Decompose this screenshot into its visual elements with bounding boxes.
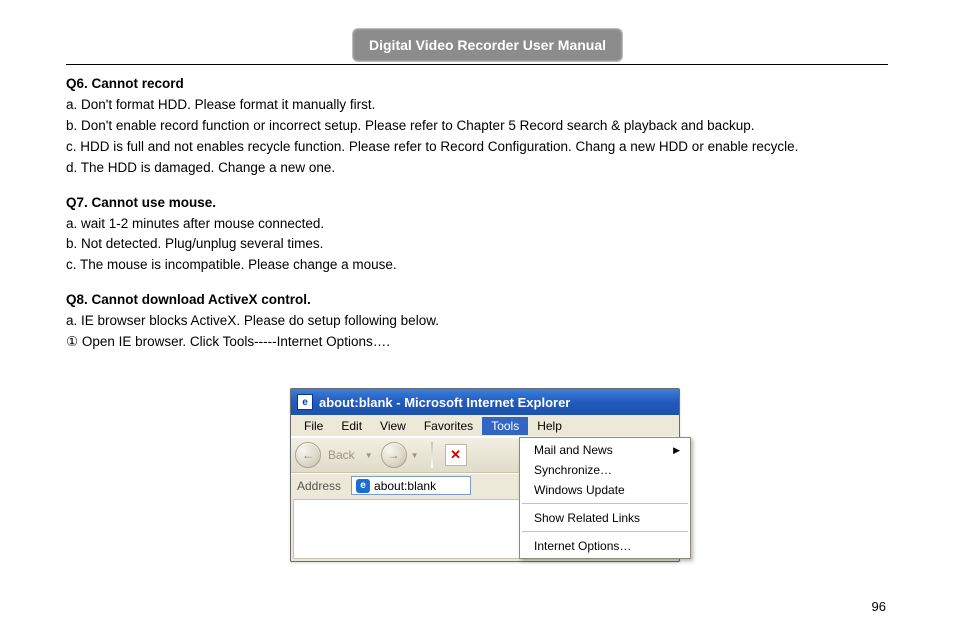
tools-dropdown: Mail and News ▶ Synchronize… Windows Upd…	[519, 437, 691, 559]
q7-title: Q7. Cannot use mouse.	[66, 193, 888, 214]
toolbar-separator	[431, 442, 433, 468]
q7-a: a. wait 1-2 minutes after mouse connecte…	[66, 214, 888, 235]
menu-help[interactable]: Help	[528, 417, 571, 435]
divider	[66, 64, 888, 65]
dropdown-internet-options[interactable]: Internet Options…	[520, 536, 690, 556]
q6-title: Q6. Cannot record	[66, 74, 888, 95]
x-icon: ✕	[450, 447, 461, 463]
dropdown-synchronize[interactable]: Synchronize…	[520, 460, 690, 480]
dropdown-windows-update[interactable]: Windows Update	[520, 480, 690, 500]
dropdown-label: Synchronize…	[534, 463, 612, 477]
ie-title-text: about:blank - Microsoft Internet Explore…	[319, 395, 570, 410]
page-icon: e	[297, 394, 313, 410]
dropdown-related-links[interactable]: Show Related Links	[520, 508, 690, 528]
chevron-right-icon: ▶	[673, 445, 680, 456]
dropdown-label: Internet Options…	[534, 539, 631, 553]
ie-titlebar: e about:blank - Microsoft Internet Explo…	[291, 389, 679, 415]
q8-a: a. IE browser blocks ActiveX. Please do …	[66, 311, 888, 332]
dropdown-label: Show Related Links	[534, 511, 640, 525]
q8-step1: ① Open IE browser. Click Tools-----Inter…	[66, 332, 888, 353]
q6-a: a. Don't format HDD. Please format it ma…	[66, 95, 888, 116]
q7-c: c. The mouse is incompatible. Please cha…	[66, 255, 888, 276]
dropdown-mail-news[interactable]: Mail and News ▶	[520, 440, 690, 460]
dropdown-divider	[522, 531, 688, 533]
menu-edit[interactable]: Edit	[332, 417, 371, 435]
address-value: about:blank	[374, 479, 436, 493]
ie-window: e about:blank - Microsoft Internet Explo…	[290, 388, 680, 562]
back-dropdown-icon[interactable]: ▼	[365, 451, 373, 460]
q7-b: b. Not detected. Plug/unplug several tim…	[66, 234, 888, 255]
ie-logo-icon: e	[356, 479, 370, 493]
menu-view[interactable]: View	[371, 417, 415, 435]
menu-file[interactable]: File	[295, 417, 332, 435]
q6-d: d. The HDD is damaged. Change a new one.	[66, 158, 888, 179]
body-text: Q6. Cannot record a. Don't format HDD. P…	[66, 74, 888, 353]
q6-b: b. Don't enable record function or incor…	[66, 116, 888, 137]
dropdown-divider	[522, 503, 688, 505]
q6-c: c. HDD is full and not enables recycle f…	[66, 137, 888, 158]
back-button[interactable]: ←	[295, 442, 321, 468]
forward-button[interactable]: →	[381, 442, 407, 468]
arrow-left-icon: ←	[302, 448, 314, 462]
page-number: 96	[872, 599, 886, 614]
menu-tools[interactable]: Tools	[482, 417, 528, 435]
dropdown-label: Windows Update	[534, 483, 625, 497]
ie-menubar: File Edit View Favorites Tools Help	[291, 415, 679, 437]
header-badge: Digital Video Recorder User Manual	[352, 28, 623, 62]
dropdown-label: Mail and News	[534, 443, 613, 457]
arrow-right-icon: →	[388, 448, 400, 462]
address-label: Address	[293, 479, 345, 493]
back-label: Back	[328, 448, 355, 462]
forward-dropdown-icon[interactable]: ▼	[411, 451, 419, 460]
stop-button[interactable]: ✕	[445, 444, 467, 466]
menu-favorites[interactable]: Favorites	[415, 417, 482, 435]
address-input[interactable]: e about:blank	[351, 476, 471, 495]
q8-title: Q8. Cannot download ActiveX control.	[66, 290, 888, 311]
